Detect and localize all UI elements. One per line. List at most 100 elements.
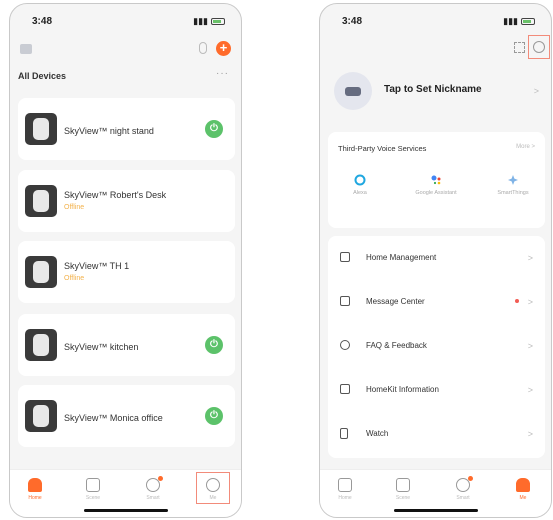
camera-thumbnail	[25, 256, 57, 288]
chevron-right-icon: >	[527, 341, 533, 351]
menu-item-message-center[interactable]: Message Center >	[328, 280, 545, 324]
menu-item-faq-feedback[interactable]: FAQ & Feedback >	[328, 324, 545, 368]
unread-badge	[515, 299, 519, 303]
avatar[interactable]	[334, 72, 372, 110]
highlight-box	[528, 35, 550, 59]
camera-thumbnail	[25, 113, 57, 145]
homekit-icon	[340, 384, 350, 394]
service-label: Alexa	[353, 190, 367, 196]
voice-services-more[interactable]: More >	[516, 144, 535, 150]
power-button[interactable]: ⏻	[205, 407, 223, 425]
device-card[interactable]: SkyView™ kitchen ⏻	[18, 314, 235, 376]
device-status: Offline	[64, 204, 85, 211]
home-icon	[28, 478, 42, 492]
microphone-icon[interactable]	[199, 42, 207, 54]
tab-smart[interactable]: Smart	[128, 476, 178, 501]
device-name: SkyView™ kitchen	[64, 342, 139, 352]
device-name: SkyView™ Robert's Desk	[64, 190, 167, 200]
message-icon	[340, 296, 350, 306]
home-switch-icon[interactable]	[20, 44, 32, 54]
tab-label: Home	[338, 495, 352, 501]
home-icon	[340, 252, 350, 262]
power-button[interactable]: ⏻	[205, 336, 223, 354]
me-icon	[516, 478, 530, 492]
status-bar: 3:48 ▮▮▮	[320, 4, 551, 38]
scan-icon[interactable]	[514, 42, 525, 53]
tab-label: Smart	[146, 495, 160, 501]
add-device-button[interactable]: +	[216, 41, 231, 56]
battery-icon	[521, 18, 535, 25]
home-icon	[338, 478, 352, 492]
camera-thumbnail	[25, 400, 57, 432]
voice-services-title: Third-Party Voice Services	[338, 144, 427, 153]
profile-row[interactable]: Tap to Set Nickname >	[320, 62, 551, 122]
google-assistant-icon	[431, 175, 441, 185]
menu-label: Message Center	[366, 297, 425, 306]
service-label: SmartThings	[497, 190, 529, 196]
tab-me[interactable]: Me	[498, 478, 548, 501]
smartthings-icon	[508, 175, 518, 185]
me-screen: 3:48 ▮▮▮ Tap to Set Nickname > Third-Par…	[319, 3, 552, 518]
chevron-right-icon: >	[527, 385, 533, 395]
status-icons: ▮▮▮	[503, 16, 535, 27]
device-name: SkyView™ night stand	[64, 126, 154, 136]
tab-label: Scene	[395, 495, 411, 501]
nickname-label: Tap to Set Nickname	[384, 84, 482, 95]
tab-bar: Home Scene Smart Me	[320, 469, 551, 517]
chevron-right-icon: >	[527, 297, 533, 307]
device-name: SkyView™ TH 1	[64, 261, 130, 271]
more-options-button[interactable]: ···	[216, 68, 229, 79]
device-card[interactable]: SkyView™ Monica office ⏻	[18, 385, 235, 447]
section-title: All Devices	[18, 71, 67, 81]
device-card[interactable]: SkyView™ night stand ⏻	[18, 98, 235, 160]
highlight-box	[196, 472, 230, 504]
tab-scene[interactable]: Scene	[378, 478, 428, 501]
tab-home[interactable]: Home	[10, 478, 60, 501]
service-smartthings[interactable]: SmartThings	[483, 174, 543, 197]
power-button[interactable]: ⏻	[205, 120, 223, 138]
tab-bar: Home Scene Smart Me	[10, 469, 241, 517]
service-label: Google Assistant	[415, 190, 457, 196]
status-time: 3:48	[32, 16, 53, 27]
faq-icon	[340, 340, 350, 350]
menu-item-homekit-information[interactable]: HomeKit Information >	[328, 368, 545, 412]
chevron-right-icon: >	[527, 253, 533, 263]
status-icons: ▮▮▮	[193, 16, 225, 27]
menu-label: Watch	[366, 429, 389, 438]
menu-list: Home Management > Message Center > FAQ &…	[328, 236, 545, 458]
menu-label: HomeKit Information	[366, 385, 439, 394]
device-name: SkyView™ Monica office	[64, 413, 163, 423]
me-top-bar	[320, 35, 551, 62]
home-screen: 3:48 ▮▮▮ + All Devices ··· SkyView™ nigh…	[9, 3, 242, 518]
device-card[interactable]: SkyView™ Robert's Desk Offline	[18, 170, 235, 232]
tab-home[interactable]: Home	[320, 478, 370, 501]
scene-icon	[396, 478, 410, 492]
tab-scene[interactable]: Scene	[68, 478, 118, 501]
menu-item-watch[interactable]: Watch >	[328, 412, 545, 456]
notification-dot	[468, 476, 473, 481]
home-indicator	[393, 509, 478, 512]
tab-label: Me	[519, 495, 527, 501]
home-indicator	[83, 509, 168, 512]
home-top-bar: +	[10, 38, 241, 62]
menu-label: FAQ & Feedback	[366, 341, 427, 350]
tab-label: Home	[28, 495, 42, 501]
menu-item-home-management[interactable]: Home Management >	[328, 236, 545, 280]
device-card[interactable]: SkyView™ TH 1 Offline	[18, 241, 235, 303]
alexa-icon	[354, 174, 366, 186]
tab-smart[interactable]: Smart	[438, 476, 488, 501]
notification-dot	[158, 476, 163, 481]
status-bar: 3:48 ▮▮▮	[10, 4, 241, 38]
chevron-right-icon: >	[533, 86, 539, 96]
service-google-assistant[interactable]: Google Assistant	[406, 174, 466, 197]
signal-icon: ▮▮▮	[503, 16, 518, 26]
battery-icon	[211, 18, 225, 25]
status-time: 3:48	[342, 16, 363, 27]
menu-label: Home Management	[366, 253, 437, 262]
camera-thumbnail	[25, 329, 57, 361]
service-alexa[interactable]: Alexa	[330, 174, 390, 197]
device-status: Offline	[64, 275, 85, 282]
voice-services-card: Third-Party Voice Services More > Alexa …	[328, 132, 545, 228]
scene-icon	[86, 478, 100, 492]
signal-icon: ▮▮▮	[193, 16, 208, 26]
